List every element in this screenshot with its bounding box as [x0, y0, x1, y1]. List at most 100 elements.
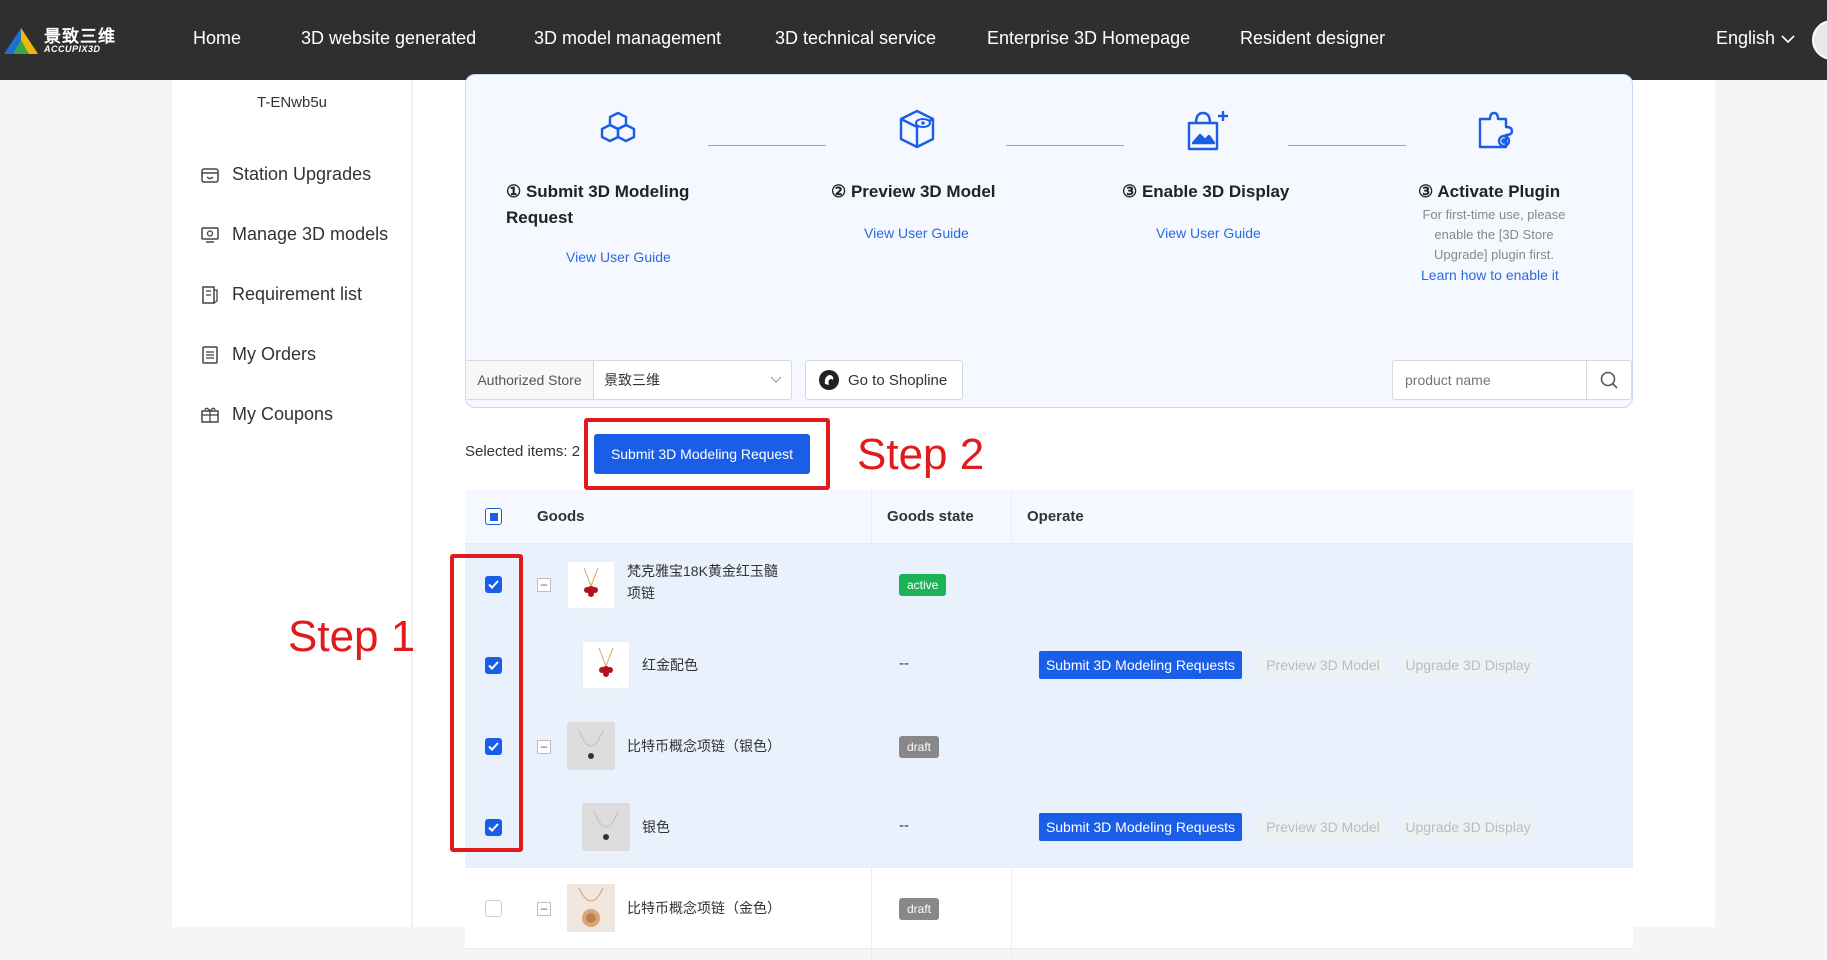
- list-icon: [202, 285, 218, 304]
- step-4-description: For first-time use, please enable the [3…: [1422, 207, 1566, 262]
- row-checkbox[interactable]: [485, 900, 502, 917]
- status-badge: active: [899, 574, 947, 596]
- product-thumbnail: [567, 722, 615, 770]
- select-all-checkbox[interactable]: [485, 508, 502, 525]
- brand-name-en: ACCUPIX3D: [44, 44, 101, 54]
- sidebar-item-manage-3d-models[interactable]: Manage 3D models: [200, 224, 388, 245]
- submit-3d-modeling-requests-button[interactable]: Submit 3D Modeling Requests: [1039, 651, 1242, 679]
- upgrade-3d-display-button[interactable]: Upgrade 3D Display: [1402, 651, 1534, 679]
- table-row: – 梵克雅宝18K黄金红玉髓项链 active: [465, 544, 1633, 625]
- column-header-operate: Operate: [1027, 508, 1084, 525]
- nav-3d-technical-service[interactable]: 3D technical service: [775, 28, 936, 49]
- goods-state-empty: --: [899, 655, 909, 672]
- step-2-highlight-box: [584, 418, 830, 490]
- table-header: Goods Goods state Operate: [465, 490, 1633, 544]
- nav-home[interactable]: Home: [193, 28, 241, 49]
- authorized-store-select[interactable]: Authorized Store 景致三维: [465, 360, 792, 400]
- step-4-enable-plugin-link[interactable]: Learn how to enable it: [1421, 267, 1559, 283]
- step-connector: [1288, 145, 1406, 146]
- submit-3d-modeling-requests-button[interactable]: Submit 3D Modeling Requests: [1039, 813, 1242, 841]
- brand-logo[interactable]: 景致三维 ACCUPIX3D: [2, 24, 116, 58]
- step-1-highlight-box: [450, 554, 523, 852]
- preview-3d-model-button[interactable]: Preview 3D Model: [1258, 813, 1388, 841]
- coupon-icon: [201, 407, 219, 423]
- nav-resident-designer[interactable]: Resident designer: [1240, 28, 1385, 49]
- sidebar-item-station-upgrades[interactable]: Station Upgrades: [200, 164, 371, 185]
- status-badge: draft: [899, 736, 940, 758]
- product-thumbnail: [567, 561, 615, 609]
- step-2-annotation: Step 2: [857, 430, 985, 479]
- guide-panel: ① Submit 3D Modeling Request View User G…: [465, 74, 1633, 408]
- status-badge: draft: [899, 898, 940, 920]
- search-input[interactable]: [1393, 361, 1586, 399]
- table-row: – 比特币概念项链（金色） draft: [465, 868, 1633, 949]
- language-selector[interactable]: English: [1716, 28, 1795, 49]
- product-name: 梵克雅宝18K黄金红玉髓项链: [627, 563, 778, 601]
- logo-mark-icon: [4, 28, 38, 54]
- nav-enterprise-3d-homepage[interactable]: Enterprise 3D Homepage: [987, 28, 1190, 49]
- step-3-title: ③ Enable 3D Display: [1122, 182, 1290, 201]
- product-name: 比特币概念项链（银色）: [627, 738, 781, 754]
- collapse-toggle[interactable]: –: [537, 578, 551, 592]
- sidebar-item-label: My Coupons: [232, 404, 334, 424]
- cubes-icon: [600, 111, 636, 143]
- table-row: – 比特币概念项链（银色） draft: [465, 706, 1633, 787]
- store-icon: [201, 167, 219, 183]
- nav-3d-website-generated[interactable]: 3D website generated: [301, 28, 476, 49]
- bag-image-icon: [1187, 111, 1228, 151]
- product-thumbnail: [582, 803, 630, 851]
- collapse-toggle[interactable]: –: [537, 740, 551, 754]
- step-2-user-guide-link[interactable]: View User Guide: [864, 225, 969, 241]
- sidebar-item-my-orders[interactable]: My Orders: [200, 344, 316, 365]
- language-label: English: [1716, 28, 1776, 48]
- sidebar-item-label: My Orders: [232, 344, 317, 364]
- nav-3d-model-management[interactable]: 3D model management: [534, 28, 721, 49]
- sidebar-item-my-coupons[interactable]: My Coupons: [200, 404, 333, 425]
- go-to-shopline-button[interactable]: Go to Shopline: [805, 360, 963, 400]
- preview-3d-model-button[interactable]: Preview 3D Model: [1258, 651, 1388, 679]
- cube-eye-icon: [899, 109, 935, 149]
- user-avatar[interactable]: [1812, 20, 1827, 60]
- main-content: ① Submit 3D Modeling Request View User G…: [413, 74, 1715, 960]
- product-thumbnail: [567, 884, 615, 932]
- step-1-user-guide-link[interactable]: View User Guide: [566, 249, 671, 265]
- go-to-shopline-label: Go to Shopline: [848, 371, 948, 389]
- sidebar: T-ENwb5u Station Upgrades Manage 3D mode…: [172, 80, 412, 927]
- chevron-down-icon: [1781, 34, 1795, 43]
- column-divider: [871, 490, 872, 960]
- selected-items-count: Selected items: 2: [465, 443, 581, 460]
- plugin-gear-icon: [1478, 111, 1514, 149]
- step-1-title: ① Submit 3D Modeling Request: [506, 182, 690, 227]
- step-4-title: ③ Activate Plugin: [1418, 182, 1561, 201]
- sidebar-item-requirement-list[interactable]: Requirement list: [200, 284, 362, 305]
- search-button[interactable]: [1586, 361, 1631, 399]
- brand-name-cn: 景致三维: [44, 27, 116, 46]
- upgrade-3d-display-button[interactable]: Upgrade 3D Display: [1402, 813, 1534, 841]
- sidebar-item-label: Manage 3D models: [232, 224, 389, 244]
- goods-state-empty: --: [899, 817, 909, 834]
- store-select-value: 景致三维: [604, 372, 660, 388]
- sidebar-item-label: Requirement list: [232, 284, 363, 304]
- step-3-user-guide-link[interactable]: View User Guide: [1156, 225, 1261, 241]
- column-divider: [1011, 490, 1012, 960]
- top-navigation-bar: 景致三维 ACCUPIX3D Home 3D website generated…: [0, 0, 1827, 80]
- station-id: T-ENwb5u: [256, 94, 328, 111]
- step-1-annotation: Step 1: [288, 612, 416, 661]
- orders-icon: [202, 345, 218, 364]
- step-connector: [708, 145, 826, 146]
- store-select-label: Authorized Store: [466, 361, 594, 399]
- shopline-logo-icon: [819, 370, 839, 390]
- collapse-toggle[interactable]: –: [537, 902, 551, 916]
- sidebar-item-label: Station Upgrades: [232, 164, 372, 184]
- table-row: 银色 -- Submit 3D Modeling Requests Previe…: [465, 787, 1633, 868]
- column-header-goods: Goods: [537, 508, 585, 525]
- variant-name: 红金配色: [642, 657, 698, 673]
- step-2-title: ② Preview 3D Model: [831, 182, 996, 201]
- variant-name: 银色: [642, 819, 670, 835]
- column-header-goods-state: Goods state: [887, 508, 974, 525]
- product-name: 比特币概念项链（金色）: [627, 900, 781, 916]
- search-icon: [1600, 371, 1618, 389]
- table-row: 红金配色 -- Submit 3D Modeling Requests Prev…: [465, 625, 1633, 706]
- monitor-icon: [201, 226, 219, 243]
- step-connector: [1006, 145, 1124, 146]
